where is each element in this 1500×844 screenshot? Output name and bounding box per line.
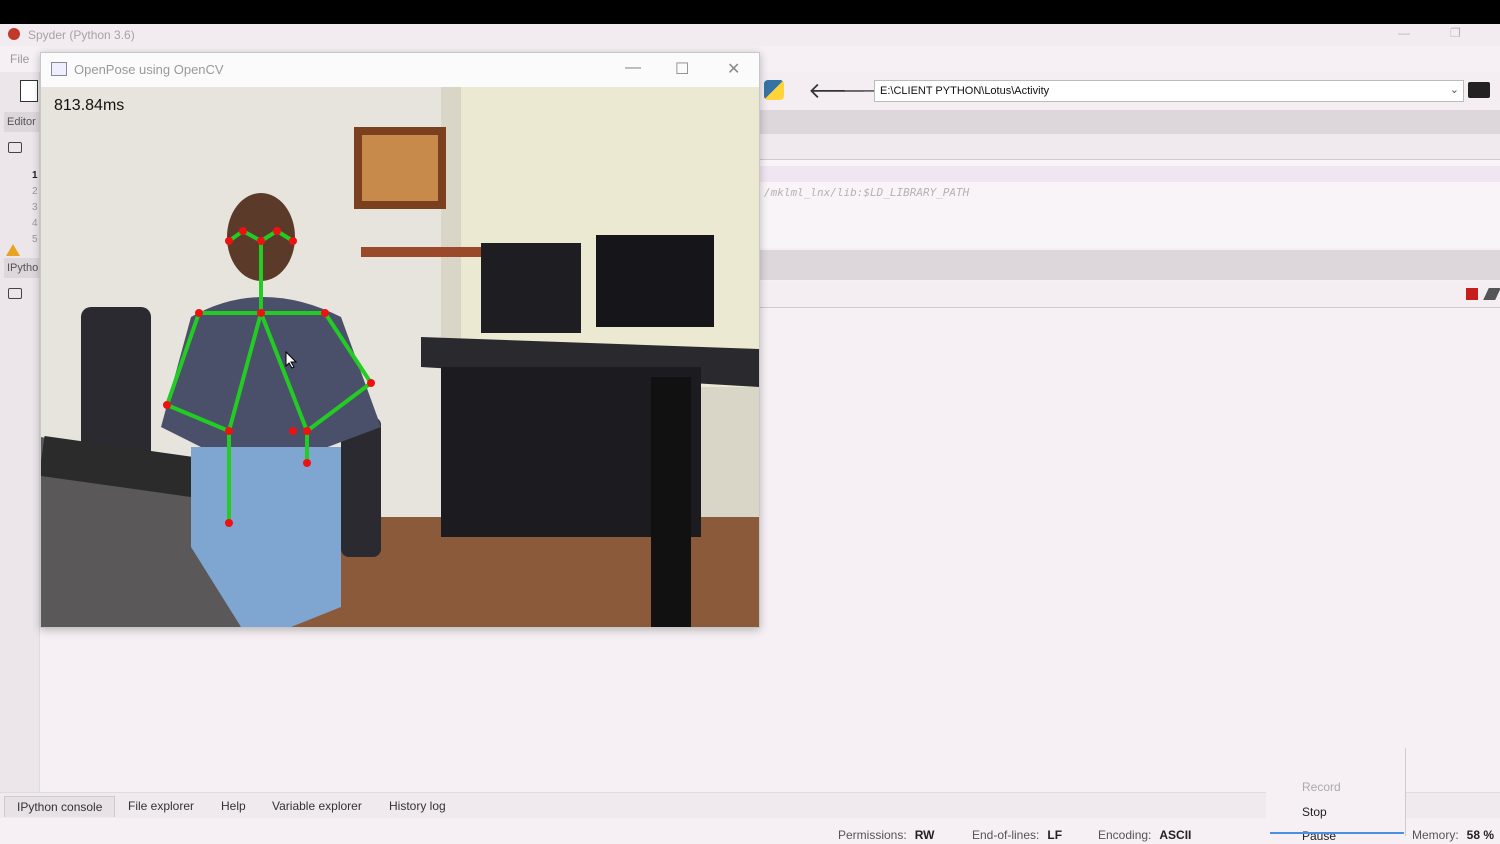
spyder-title: Spyder (Python 3.6) — [28, 28, 135, 42]
editor-browse-icon[interactable] — [8, 142, 22, 153]
eraser-icon[interactable] — [1483, 288, 1500, 300]
working-directory-input[interactable]: E:\CLIENT PYTHON\Lotus\Activity ⌄ — [874, 80, 1464, 102]
joint — [303, 427, 311, 435]
desk-leg — [651, 377, 691, 627]
wall-shelf — [361, 247, 481, 257]
working-directory-value: E:\CLIENT PYTHON\Lotus\Activity — [880, 85, 1050, 97]
joint — [257, 309, 265, 317]
joint — [367, 379, 375, 387]
maximize-icon[interactable]: ☐ — [675, 59, 689, 79]
editor-toolbar-band — [760, 110, 1500, 134]
record-menu-item[interactable]: Record — [1302, 780, 1341, 794]
code-editor[interactable]: /mklml_lnx/lib:$LD_LIBRARY_PATH — [760, 160, 1500, 248]
menu-underline — [1270, 832, 1404, 834]
joint — [321, 309, 329, 317]
joint — [225, 237, 233, 245]
tab-ipython[interactable]: IPytho — [4, 258, 40, 278]
status-memory: Memory: 58 % — [1412, 828, 1495, 842]
restore-icon[interactable]: ❐ — [1450, 26, 1461, 40]
menubar: File — [0, 46, 40, 72]
joint — [257, 237, 265, 245]
window-app-icon — [51, 62, 67, 76]
mouse-cursor-icon — [285, 351, 297, 369]
picture — [362, 135, 438, 201]
spyder-titlebar: Spyder (Python 3.6) — ❐ — [0, 24, 1500, 46]
status-eol: End-of-lines: LF — [972, 828, 1063, 842]
new-file-icon[interactable] — [20, 80, 38, 102]
minimize-icon[interactable]: — — [1398, 26, 1410, 40]
spyder-logo-icon — [8, 28, 20, 40]
close-icon[interactable]: ✕ — [727, 59, 740, 79]
inference-time-label: 813.84ms — [54, 97, 125, 114]
stop-icon[interactable] — [1466, 288, 1478, 300]
status-encoding: Encoding: ASCII — [1098, 828, 1192, 842]
joint — [225, 519, 233, 527]
tab-editor[interactable]: Editor — [4, 112, 40, 132]
line-number: 1 — [32, 170, 38, 181]
line-number: 4 — [32, 218, 38, 229]
monitor-right — [596, 235, 714, 327]
editor-tab-bar — [760, 134, 1500, 160]
tab-history-log[interactable]: History log — [389, 799, 446, 813]
console-browse-icon[interactable] — [8, 288, 22, 299]
openpose-window: OpenPose using OpenCV — ☐ ✕ 813.84ms — [40, 52, 760, 628]
line-number: 5 — [32, 234, 38, 245]
record-menu: Record Stop Pause — [1266, 748, 1406, 843]
joint — [289, 237, 297, 245]
tab-ipython-console[interactable]: IPython console — [4, 796, 116, 817]
camera-frame: 813.84ms — [41, 87, 759, 627]
status-permissions: Permissions: RW — [838, 828, 935, 842]
tab-help[interactable]: Help — [221, 799, 246, 813]
joint — [195, 309, 203, 317]
pose-image — [41, 87, 759, 627]
code-line: /mklml_lnx/lib:$LD_LIBRARY_PATH — [764, 186, 970, 199]
stop-menu-item[interactable]: Stop — [1302, 805, 1327, 819]
open-folder-icon[interactable] — [1468, 82, 1490, 98]
openpose-titlebar[interactable]: OpenPose using OpenCV — ☐ ✕ — [41, 53, 759, 87]
current-line-highlight — [760, 166, 1500, 182]
toolbar: 🡐 🡒 E:\CLIENT PYTHON\Lotus\Activity ⌄ — [760, 72, 1500, 110]
console-toolbar — [760, 282, 1500, 308]
minimize-icon[interactable]: — — [625, 59, 641, 77]
joint — [163, 401, 171, 409]
chevron-down-icon[interactable]: ⌄ — [1450, 83, 1459, 96]
monitor-left — [481, 243, 581, 333]
warning-icon — [6, 244, 20, 256]
menu-file[interactable]: File — [10, 52, 29, 66]
python-logo-icon[interactable] — [764, 80, 784, 100]
joint — [303, 459, 311, 467]
line-number: 3 — [32, 202, 38, 213]
left-pane-strip: Editor 1 2 3 4 5 IPytho — [0, 72, 40, 792]
joint — [239, 227, 247, 235]
joint — [289, 427, 297, 435]
openpose-title: OpenPose using OpenCV — [74, 62, 224, 77]
console-header-band — [760, 250, 1500, 280]
tab-file-explorer[interactable]: File explorer — [128, 799, 194, 813]
tab-variable-explorer[interactable]: Variable explorer — [272, 799, 362, 813]
joint — [273, 227, 281, 235]
line-number: 2 — [32, 186, 38, 197]
joint — [225, 427, 233, 435]
